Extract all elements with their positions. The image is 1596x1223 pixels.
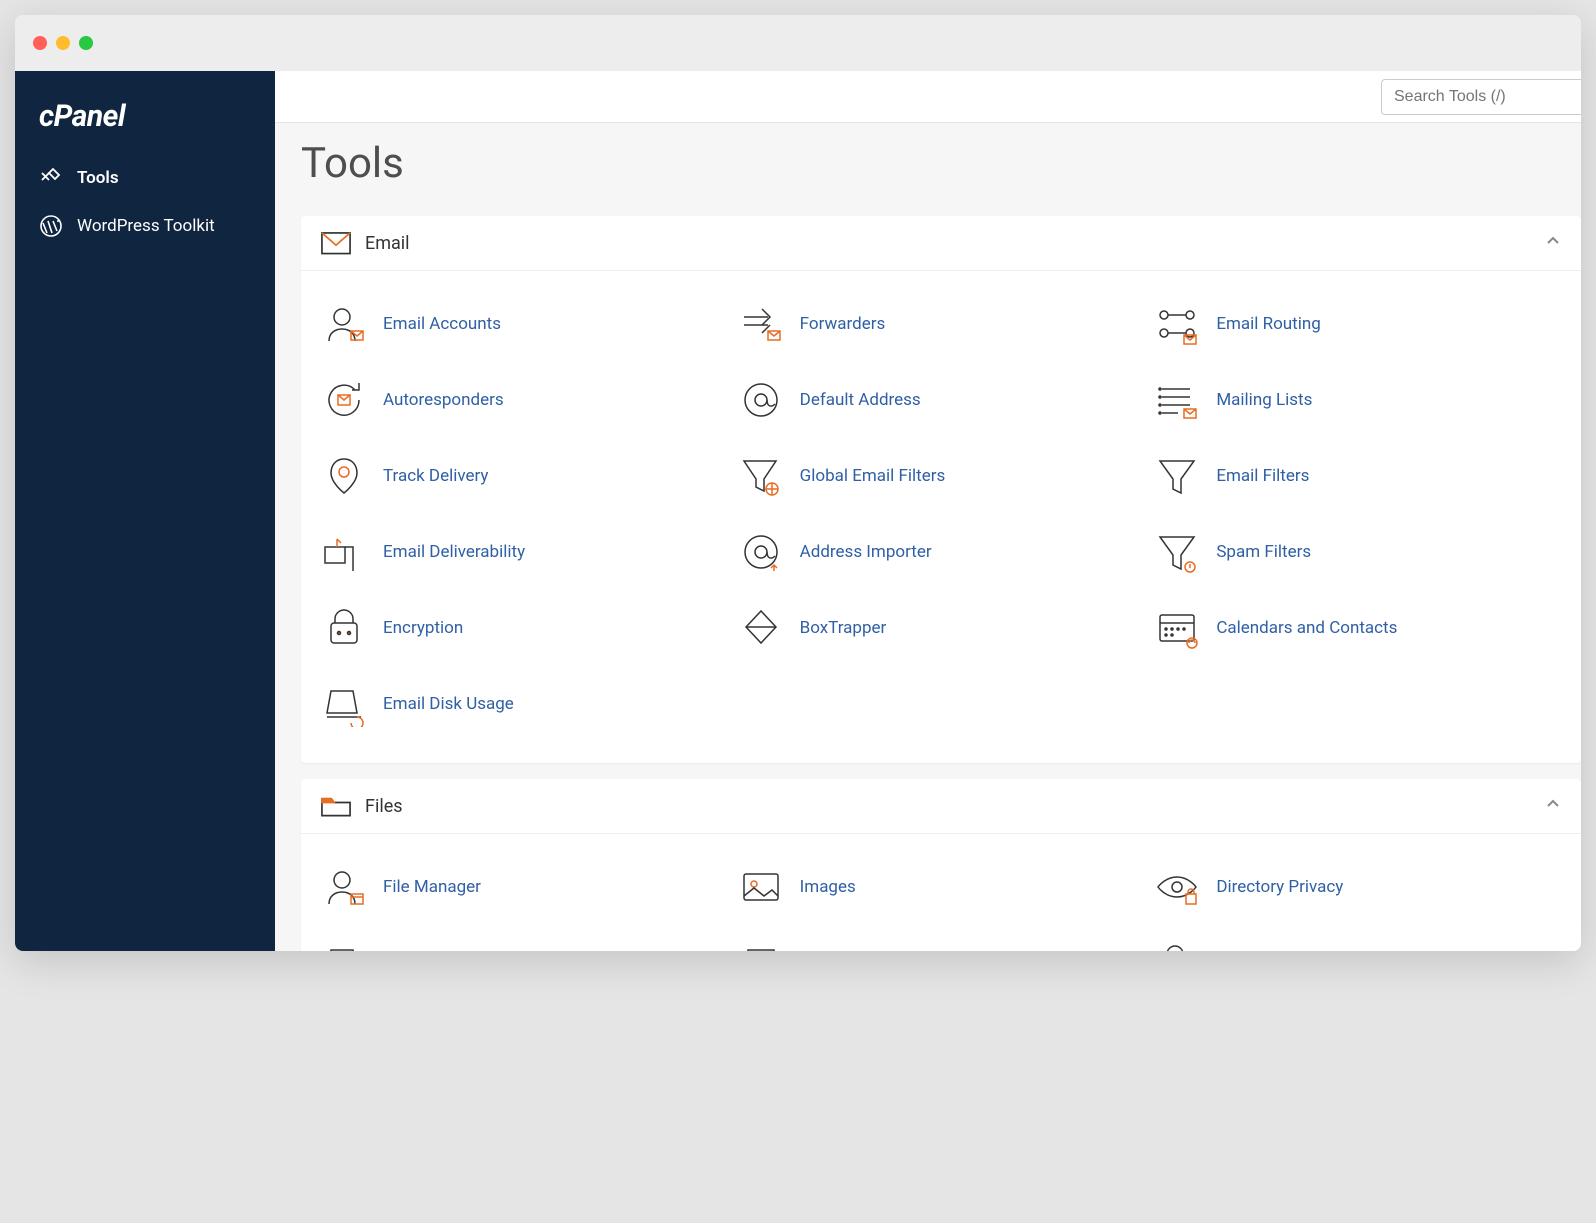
calendars-and-contacts-icon bbox=[1154, 605, 1200, 651]
tool-label: Email Accounts bbox=[383, 314, 501, 334]
envelope-icon bbox=[321, 232, 351, 254]
page-title: Tools bbox=[301, 139, 1581, 188]
panel-title: Email bbox=[365, 233, 1531, 254]
tool-directory-privacy[interactable]: Directory Privacy bbox=[1154, 852, 1561, 922]
email-deliverability-icon bbox=[321, 529, 367, 575]
email-routing-icon bbox=[1154, 301, 1200, 347]
tool-label: Email Filters bbox=[1216, 466, 1309, 486]
topbar bbox=[275, 71, 1581, 123]
tool-email-accounts[interactable]: Email Accounts bbox=[321, 289, 728, 359]
folder-icon bbox=[321, 795, 351, 817]
sidebar-item-wordpress-toolkit[interactable]: WordPress Toolkit bbox=[15, 202, 275, 250]
tool-label: Images bbox=[800, 877, 856, 897]
tool-label: BoxTrapper bbox=[800, 618, 887, 638]
content-area: Tools Email bbox=[275, 123, 1581, 951]
email-filters-icon bbox=[1154, 453, 1200, 499]
brand-logo: cPanel bbox=[15, 99, 275, 154]
global-email-filters-icon bbox=[738, 453, 784, 499]
panel-header-email[interactable]: Email bbox=[301, 216, 1581, 271]
tool-label: Email Deliverability bbox=[383, 542, 525, 562]
email-disk-usage-icon bbox=[321, 681, 367, 727]
sidebar: cPanel Tools WordPress Toolkit bbox=[15, 71, 275, 951]
tool-label: Directory Privacy bbox=[1216, 877, 1343, 897]
autoresponders-icon bbox=[321, 377, 367, 423]
panel-email: Email Email Accounts Forwarders bbox=[301, 216, 1581, 763]
tool-label: Address Importer bbox=[800, 542, 932, 562]
panel-body-email: Email Accounts Forwarders Email Routing bbox=[301, 271, 1581, 763]
tool-label: Forwarders bbox=[800, 314, 886, 334]
tool-disk-usage[interactable]: Disk Usage bbox=[321, 928, 728, 951]
window-maximize-button[interactable] bbox=[79, 36, 93, 50]
tool-label: Email Routing bbox=[1216, 314, 1320, 334]
sidebar-item-label: Tools bbox=[77, 168, 119, 188]
chevron-up-icon bbox=[1545, 796, 1561, 816]
track-delivery-icon bbox=[321, 453, 367, 499]
web-disk-icon bbox=[738, 940, 784, 951]
tool-ftp-accounts[interactable]: FTP FTP Accounts bbox=[1154, 928, 1561, 951]
images-icon bbox=[738, 864, 784, 910]
default-address-icon bbox=[738, 377, 784, 423]
tool-autoresponders[interactable]: Autoresponders bbox=[321, 365, 728, 435]
tool-images[interactable]: Images bbox=[738, 852, 1145, 922]
panel-title: Files bbox=[365, 796, 1531, 817]
address-importer-icon bbox=[738, 529, 784, 575]
encryption-icon bbox=[321, 605, 367, 651]
tool-calendars-and-contacts[interactable]: Calendars and Contacts bbox=[1154, 593, 1561, 663]
tools-icon bbox=[39, 166, 63, 190]
disk-usage-icon bbox=[321, 940, 367, 951]
tool-file-manager[interactable]: File Manager bbox=[321, 852, 728, 922]
tool-boxtrapper[interactable]: BoxTrapper bbox=[738, 593, 1145, 663]
tool-label: Spam Filters bbox=[1216, 542, 1311, 562]
directory-privacy-icon bbox=[1154, 864, 1200, 910]
chevron-up-icon bbox=[1545, 233, 1561, 253]
tool-label: Autoresponders bbox=[383, 390, 504, 410]
file-manager-icon bbox=[321, 864, 367, 910]
wordpress-icon bbox=[39, 214, 63, 238]
app-container: cPanel Tools WordPress Toolkit Tools bbox=[15, 71, 1581, 951]
panel-body-files: File Manager Images Directory Privacy bbox=[301, 834, 1581, 951]
tool-forwarders[interactable]: Forwarders bbox=[738, 289, 1145, 359]
mailing-lists-icon bbox=[1154, 377, 1200, 423]
search-input[interactable] bbox=[1381, 79, 1581, 115]
tool-spam-filters[interactable]: Spam Filters bbox=[1154, 517, 1561, 587]
tool-encryption[interactable]: Encryption bbox=[321, 593, 728, 663]
tool-track-delivery[interactable]: Track Delivery bbox=[321, 441, 728, 511]
tool-email-routing[interactable]: Email Routing bbox=[1154, 289, 1561, 359]
tool-email-filters[interactable]: Email Filters bbox=[1154, 441, 1561, 511]
tool-label: Email Disk Usage bbox=[383, 694, 514, 714]
tool-global-email-filters[interactable]: Global Email Filters bbox=[738, 441, 1145, 511]
tool-mailing-lists[interactable]: Mailing Lists bbox=[1154, 365, 1561, 435]
tool-default-address[interactable]: Default Address bbox=[738, 365, 1145, 435]
main-content: Tools Email bbox=[275, 71, 1581, 951]
boxtrapper-icon bbox=[738, 605, 784, 651]
titlebar bbox=[15, 15, 1581, 71]
window-minimize-button[interactable] bbox=[56, 36, 70, 50]
tool-label: Track Delivery bbox=[383, 466, 488, 486]
ftp-accounts-icon: FTP bbox=[1154, 940, 1200, 951]
spam-filters-icon bbox=[1154, 529, 1200, 575]
tool-label: Calendars and Contacts bbox=[1216, 618, 1397, 638]
tool-label: Encryption bbox=[383, 618, 463, 638]
tool-label: Mailing Lists bbox=[1216, 390, 1312, 410]
tool-label: Global Email Filters bbox=[800, 466, 946, 486]
sidebar-item-label: WordPress Toolkit bbox=[77, 216, 215, 236]
tool-address-importer[interactable]: Address Importer bbox=[738, 517, 1145, 587]
email-accounts-icon bbox=[321, 301, 367, 347]
tool-email-deliverability[interactable]: Email Deliverability bbox=[321, 517, 728, 587]
browser-window: cPanel Tools WordPress Toolkit Tools bbox=[15, 15, 1581, 951]
tool-label: File Manager bbox=[383, 877, 481, 897]
panel-files: Files File Manager Images bbox=[301, 779, 1581, 951]
tool-email-disk-usage[interactable]: Email Disk Usage bbox=[321, 669, 728, 739]
window-close-button[interactable] bbox=[33, 36, 47, 50]
tool-label: Default Address bbox=[800, 390, 921, 410]
sidebar-item-tools[interactable]: Tools bbox=[15, 154, 275, 202]
forwarders-icon bbox=[738, 301, 784, 347]
tool-web-disk[interactable]: Web Disk bbox=[738, 928, 1145, 951]
panel-header-files[interactable]: Files bbox=[301, 779, 1581, 834]
